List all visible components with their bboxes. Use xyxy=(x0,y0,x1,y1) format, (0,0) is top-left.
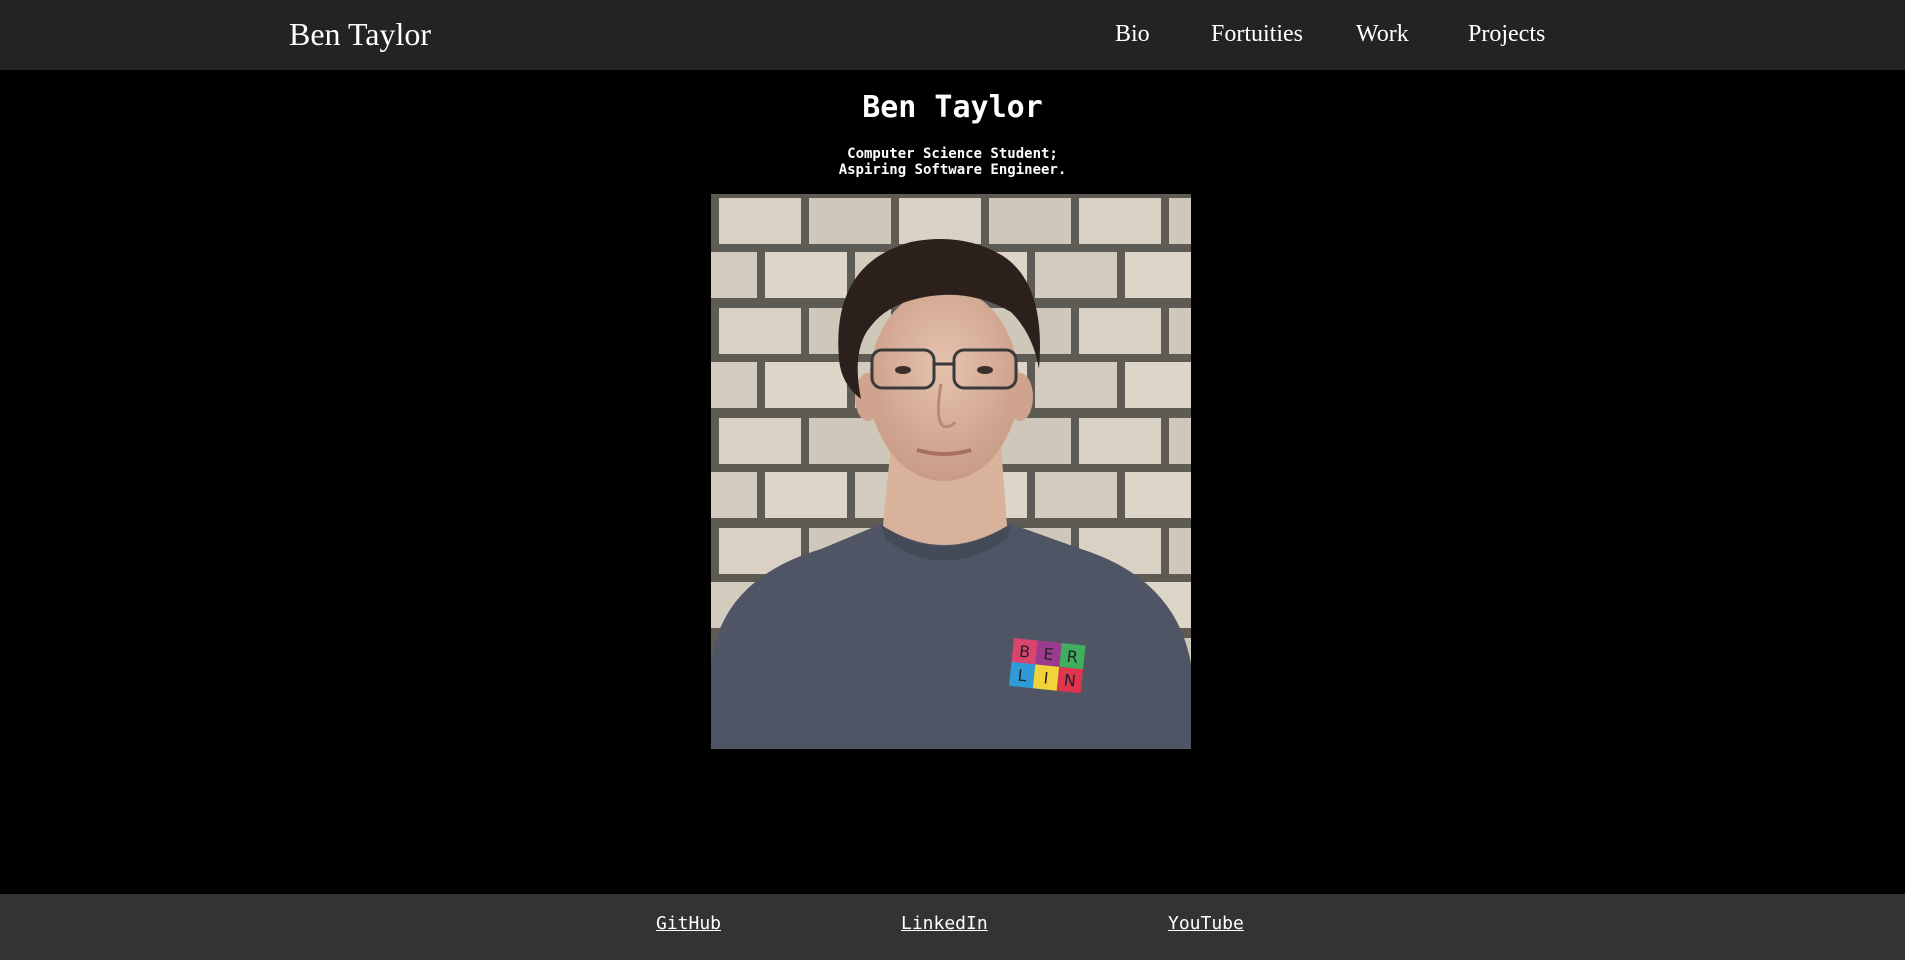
footer-link-linkedin[interactable]: LinkedIn xyxy=(901,912,988,936)
patch-letter-1: B xyxy=(1018,642,1031,662)
page-title: Ben Taylor xyxy=(862,90,1043,125)
page-subtitle: Computer Science Student; Aspiring Softw… xyxy=(0,146,1905,178)
nav-link-fortuities[interactable]: Fortuities xyxy=(1211,18,1303,50)
profile-photo: B E R L I N xyxy=(711,194,1191,749)
patch-letter-3: R xyxy=(1066,647,1079,667)
brand-link[interactable]: Ben Taylor xyxy=(289,14,431,54)
patch-letter-6: N xyxy=(1063,670,1077,690)
nav-link-projects[interactable]: Projects xyxy=(1468,18,1545,50)
nav-link-bio[interactable]: Bio xyxy=(1115,18,1150,50)
nav-link-work[interactable]: Work xyxy=(1356,18,1409,50)
footer-link-youtube[interactable]: YouTube xyxy=(1168,912,1244,936)
subtitle-line-2: Aspiring Software Engineer. xyxy=(838,162,1067,178)
top-navbar xyxy=(0,0,1905,70)
patch-letter-2: E xyxy=(1042,644,1054,664)
footer-link-github[interactable]: GitHub xyxy=(656,912,721,936)
subtitle-line-1: Computer Science Student; xyxy=(847,146,1058,162)
